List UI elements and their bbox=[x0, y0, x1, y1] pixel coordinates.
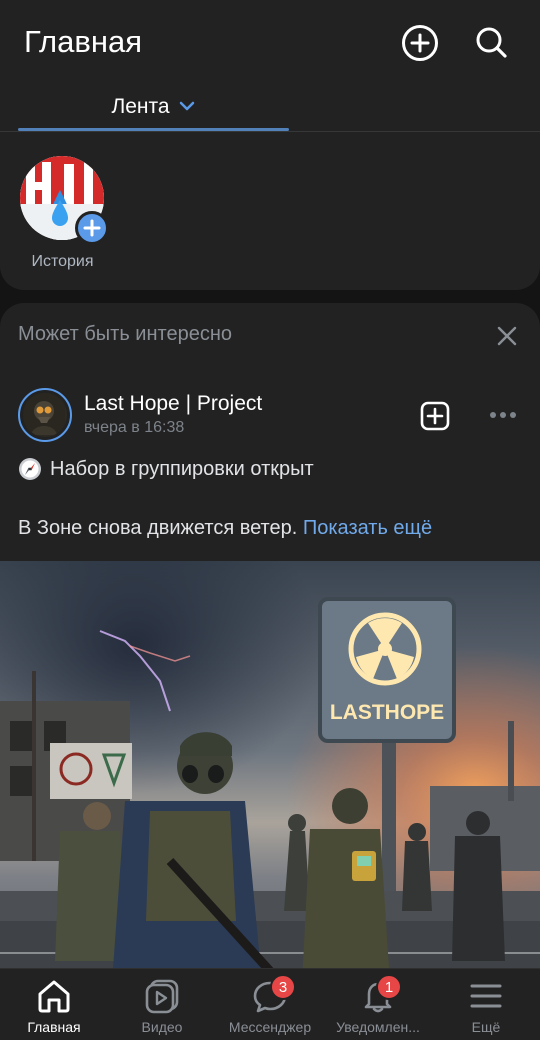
search-button[interactable] bbox=[471, 22, 513, 64]
plus-circle-icon bbox=[402, 25, 438, 61]
show-more-link[interactable]: Показать ещё bbox=[303, 517, 432, 539]
stories-bar: История bbox=[0, 132, 540, 290]
nav-notifications-label: Уведомлен... bbox=[336, 1019, 420, 1035]
messenger-badge: 3 bbox=[270, 974, 296, 1000]
post-text-second-line: В Зоне снова движется ветер. Показать ещ… bbox=[18, 517, 432, 540]
recommendation-card: Может быть интересно Last Hope | Project… bbox=[0, 303, 540, 983]
search-icon bbox=[476, 27, 507, 58]
video-icon bbox=[141, 976, 183, 1016]
bottom-navigation: Главная Видео 3 Мессенджер 1 Уведомлен..… bbox=[0, 968, 540, 1040]
more-dots-icon bbox=[490, 412, 516, 418]
post-text-first: Набор в группировки открыт bbox=[50, 457, 314, 480]
post-image[interactable]: LASTHOPE bbox=[0, 561, 540, 983]
subscribe-button[interactable] bbox=[418, 399, 452, 433]
plus-icon bbox=[83, 219, 101, 237]
notifications-badge: 1 bbox=[376, 974, 402, 1000]
nav-messenger-label: Мессенджер bbox=[228, 1019, 312, 1035]
more-options-button[interactable] bbox=[486, 403, 520, 427]
story-label: История bbox=[31, 253, 94, 270]
add-square-icon bbox=[420, 401, 450, 431]
post-text-line: Набор в группировки открыт bbox=[18, 457, 314, 481]
nav-more-label: Ещё bbox=[471, 1019, 501, 1035]
nav-video[interactable]: Видео bbox=[108, 969, 216, 1040]
post-image-illustration: LASTHOPE bbox=[0, 561, 540, 983]
post-text-second: В Зоне снова движется ветер. bbox=[18, 517, 298, 539]
add-story-button[interactable] bbox=[75, 211, 109, 245]
nav-home[interactable]: Главная bbox=[0, 969, 108, 1040]
post-author[interactable]: Last Hope | Project bbox=[84, 392, 262, 416]
card-heading: Может быть интересно bbox=[18, 323, 232, 345]
group-avatar-image bbox=[23, 393, 67, 437]
menu-icon bbox=[465, 976, 507, 1016]
sign-text: LASTHOPE bbox=[330, 701, 444, 724]
close-icon bbox=[497, 326, 517, 346]
nav-home-label: Главная bbox=[27, 1019, 81, 1035]
page-title: Главная bbox=[24, 24, 142, 59]
top-header: Главная Лента bbox=[0, 0, 540, 132]
dismiss-button[interactable] bbox=[491, 320, 523, 352]
add-post-button[interactable] bbox=[399, 22, 441, 64]
home-icon bbox=[33, 976, 75, 1016]
post-timestamp: вчера в 16:38 bbox=[84, 419, 185, 436]
compass-emoji-icon bbox=[19, 458, 41, 480]
nav-more[interactable]: Ещё bbox=[432, 969, 540, 1040]
nav-notifications[interactable]: 1 Уведомлен... bbox=[324, 969, 432, 1040]
group-avatar[interactable] bbox=[18, 388, 72, 442]
tab-feed[interactable]: Лента bbox=[18, 88, 289, 132]
tab-feed-label: Лента bbox=[111, 95, 170, 118]
nav-video-label: Видео bbox=[141, 1019, 183, 1035]
chevron-down-icon bbox=[179, 101, 194, 111]
nav-messenger[interactable]: 3 Мессенджер bbox=[216, 969, 324, 1040]
